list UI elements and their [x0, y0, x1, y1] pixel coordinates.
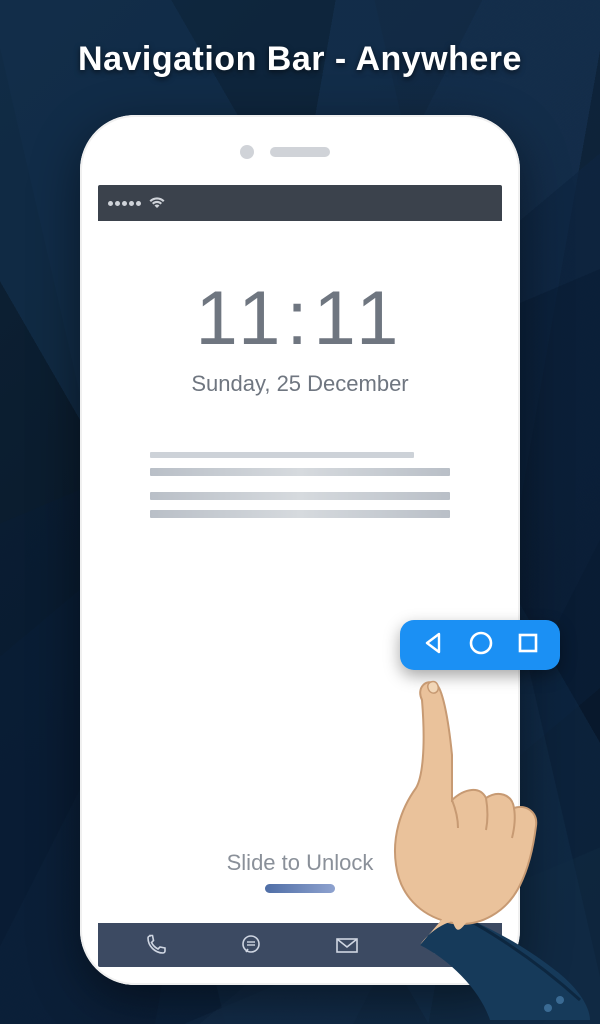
phone-icon[interactable]	[144, 933, 168, 957]
clock-time: 11:11	[196, 281, 405, 357]
nav-recents-button[interactable]	[516, 631, 540, 660]
wifi-icon	[149, 197, 165, 209]
floating-navbar[interactable]	[400, 620, 560, 670]
dock-bar	[98, 923, 502, 967]
status-bar	[98, 185, 502, 221]
slide-label: Slide to Unlock	[227, 850, 374, 876]
page-title: Navigation Bar - Anywhere	[0, 40, 600, 79]
camera-icon[interactable]	[431, 933, 457, 957]
nav-home-button[interactable]	[467, 629, 495, 662]
front-camera	[240, 145, 254, 159]
nav-back-button[interactable]	[421, 630, 447, 661]
chat-icon[interactable]	[239, 933, 263, 957]
slide-to-unlock[interactable]: Slide to Unlock	[227, 850, 374, 893]
notification-placeholder	[150, 452, 450, 518]
mail-icon[interactable]	[334, 933, 360, 957]
phone-mockup: 11:11 Sunday, 25 December Slide to Unloc…	[80, 115, 520, 985]
phone-screen: 11:11 Sunday, 25 December Slide to Unloc…	[98, 185, 502, 967]
slide-handle[interactable]	[265, 884, 335, 893]
lockscreen: 11:11 Sunday, 25 December Slide to Unloc…	[98, 221, 502, 923]
signal-icon	[108, 201, 141, 206]
earpiece	[270, 147, 330, 157]
clock-date: Sunday, 25 December	[191, 371, 408, 397]
